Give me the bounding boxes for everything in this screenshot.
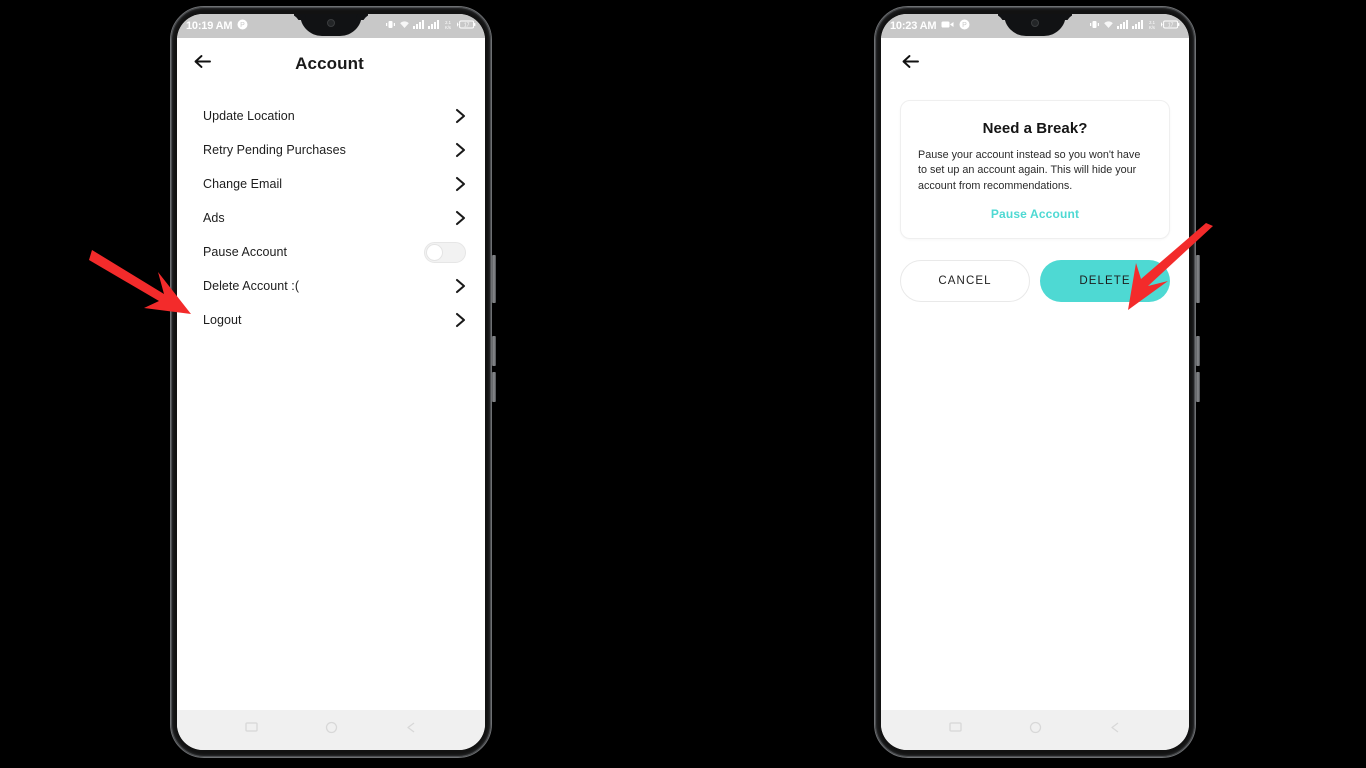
status-bar-left-group: 10:19 AM P	[186, 17, 248, 35]
signal-bars-2-icon	[1132, 17, 1144, 35]
phone-mockup-left: 10:19 AM P 2.1 K/s 17 Account Update Loc…	[152, 0, 510, 768]
front-camera-icon	[1031, 19, 1039, 27]
need-a-break-dialog: Need a Break? Pause your account instead…	[900, 100, 1170, 239]
page-title: Account	[295, 54, 364, 73]
volume-down-button-left[interactable]	[492, 372, 496, 402]
app-badge-icon: P	[959, 17, 970, 35]
vibrate-icon	[1089, 17, 1100, 35]
dialog-body-text: Pause your account instead so you won't …	[918, 149, 1141, 192]
power-button-left[interactable]	[492, 255, 496, 303]
settings-row-change-email[interactable]: Change Email	[177, 167, 485, 201]
settings-row-pause-account[interactable]: Pause Account	[177, 235, 485, 269]
dialog-button-row: CANCEL DELETE	[900, 259, 1170, 302]
chevron-right-icon	[455, 210, 466, 226]
status-bar-left-group: 10:23 AM P	[890, 17, 970, 35]
network-speed-icon: 2.1 K/s	[1147, 17, 1157, 35]
settings-row-label: Update Location	[203, 109, 295, 123]
volume-up-button-right[interactable]	[1196, 336, 1200, 366]
cancel-button[interactable]: CANCEL	[900, 259, 1030, 302]
pause-account-link[interactable]: Pause Account	[918, 207, 1152, 221]
svg-text:K/s: K/s	[1149, 25, 1155, 30]
back-icon[interactable]	[1108, 720, 1123, 740]
settings-row-logout[interactable]: Logout	[177, 303, 485, 337]
chevron-right-icon	[455, 278, 466, 294]
svg-text:P: P	[240, 22, 245, 29]
pause-account-toggle[interactable]	[424, 241, 466, 263]
settings-row-label: Ads	[203, 211, 225, 225]
volume-up-button-left[interactable]	[492, 336, 496, 366]
settings-row-label: Logout	[203, 313, 242, 327]
home-icon[interactable]	[1028, 720, 1043, 740]
back-icon[interactable]	[404, 720, 419, 740]
recents-icon[interactable]	[948, 720, 963, 740]
settings-row-label: Change Email	[203, 177, 283, 191]
status-time: 10:19 AM	[186, 20, 233, 32]
settings-row-label: Pause Account	[203, 245, 288, 259]
delete-button[interactable]: DELETE	[1040, 259, 1170, 302]
phone-mockup-right: 10:23 AM P 2.1 K/s 17 Need a Break? Paus…	[856, 0, 1214, 768]
signal-bars-2-icon	[428, 17, 440, 35]
home-icon[interactable]	[324, 720, 339, 740]
battery-icon: 17	[1160, 17, 1180, 35]
signal-bars-icon	[1117, 17, 1129, 35]
volume-down-button-right[interactable]	[1196, 372, 1200, 402]
settings-row-ads[interactable]: Ads	[177, 201, 485, 235]
settings-row-label: Delete Account :(	[203, 279, 300, 293]
video-camera-icon	[941, 17, 954, 35]
app-bar-left: Account	[177, 38, 485, 90]
vibrate-icon	[385, 17, 396, 35]
chevron-right-icon	[455, 108, 466, 124]
chevron-right-icon	[455, 142, 466, 158]
wifi-icon	[1103, 17, 1114, 35]
settings-row-label: Retry Pending Purchases	[203, 143, 346, 157]
settings-list: Update Location Retry Pending Purchases …	[177, 90, 485, 337]
svg-text:K/s: K/s	[445, 25, 451, 30]
toggle-knob	[426, 243, 443, 261]
settings-row-update-location[interactable]: Update Location	[177, 99, 485, 133]
settings-row-delete-account[interactable]: Delete Account :(	[177, 269, 485, 303]
phone-screen-right: 10:23 AM P 2.1 K/s 17 Need a Break? Paus…	[881, 14, 1189, 750]
settings-row-retry-pending-purchases[interactable]: Retry Pending Purchases	[177, 133, 485, 167]
signal-bars-icon	[413, 17, 425, 35]
phone-screen-left: 10:19 AM P 2.1 K/s 17 Account Update Loc…	[177, 14, 485, 750]
power-button-right[interactable]	[1196, 255, 1200, 303]
chevron-right-icon	[455, 176, 466, 192]
front-camera-icon	[327, 19, 335, 27]
app-bar-right	[881, 38, 1189, 90]
status-time: 10:23 AM	[890, 20, 937, 32]
app-badge-icon: P	[237, 17, 248, 35]
status-bar-right-group: 2.1 K/s 17	[385, 17, 476, 35]
battery-icon: 17	[456, 17, 476, 35]
back-arrow-icon[interactable]	[901, 53, 920, 75]
android-nav-bar-left	[177, 710, 485, 750]
svg-text:17: 17	[464, 23, 470, 29]
status-bar-right-group: 2.1 K/s 17	[1089, 17, 1180, 35]
dialog-title: Need a Break?	[982, 120, 1088, 137]
android-nav-bar-right	[881, 710, 1189, 750]
chevron-right-icon	[455, 312, 466, 328]
svg-text:P: P	[962, 22, 967, 29]
recents-icon[interactable]	[244, 720, 259, 740]
svg-text:17: 17	[1168, 23, 1174, 29]
wifi-icon	[399, 17, 410, 35]
network-speed-icon: 2.1 K/s	[443, 17, 453, 35]
